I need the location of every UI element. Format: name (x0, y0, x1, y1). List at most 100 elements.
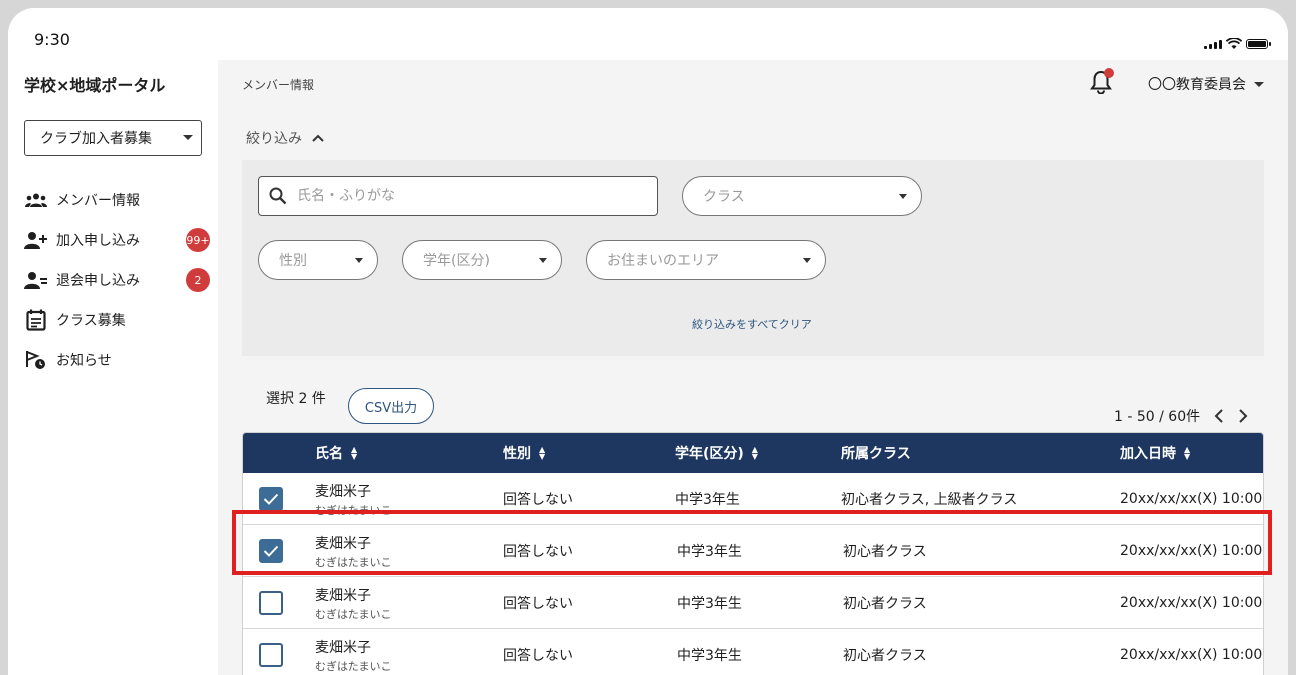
table-row[interactable]: 麦畑米子 むぎはたまいこ 回答しない 中学3年生 初心者クラス, 上級者クラス … (243, 473, 1263, 525)
class-cell: 初心者クラス, 上級者クラス (841, 492, 1018, 508)
status-time: 9:30 (34, 30, 70, 49)
chevron-right-icon[interactable] (1238, 409, 1248, 423)
class-select[interactable]: クラス (682, 176, 922, 216)
app-title: 学校×地域ポータル (24, 76, 166, 95)
gender-cell: 回答しない (503, 544, 573, 560)
device-frame: 9:30 学校×地域ポータル クラブ加入者募集 メンバー情報 加入申し込み 99… (0, 0, 1296, 675)
class-select-placeholder: クラス (703, 189, 745, 205)
selection-count: 選択 2 件 (266, 388, 326, 408)
row-checkbox[interactable] (259, 643, 283, 667)
area-select-placeholder: お住まいのエリア (607, 253, 719, 269)
main-content: 絞り込み クラス 性別 (218, 104, 1288, 675)
column-header-name[interactable]: 氏名 ▲ ▼ (315, 443, 357, 463)
column-header-gender[interactable]: 性別 ▲ ▼ (503, 443, 545, 463)
member-kana: むぎはたまいこ (315, 555, 392, 569)
row-checkbox-checked[interactable] (259, 539, 283, 563)
class-cell: 初心者クラス (843, 544, 927, 560)
sort-icon[interactable]: ▲ ▼ (539, 446, 545, 461)
status-bar: 9:30 (8, 8, 1288, 60)
member-kana: むぎはたまいこ (315, 659, 392, 673)
status-icons (1204, 38, 1271, 50)
column-label: 性別 (503, 446, 531, 462)
csv-export-button[interactable]: CSV出力 (348, 388, 434, 424)
gender-cell: 回答しない (503, 492, 573, 508)
grade-cell: 中学3年生 (677, 544, 742, 560)
filter-toggle[interactable]: 絞り込み (246, 128, 324, 148)
leave-requests-count-badge: 2 (186, 268, 210, 292)
joined-cell: 20xx/xx/xx(X) 10:00 (1120, 543, 1263, 559)
calendar-list-icon (24, 308, 48, 332)
class-cell: 初心者クラス (843, 648, 927, 664)
selection-count-label: 選択 2 件 (266, 391, 326, 407)
check-icon (263, 493, 279, 505)
members-table: 氏名 ▲▼ 性別 ▲▼ 学年(区分) ▲▼ 所属クラス 加入日時 ▲▼ (242, 432, 1264, 675)
row-checkbox[interactable] (259, 591, 283, 615)
filter-toggle-label: 絞り込み (246, 131, 302, 147)
battery-icon (1246, 39, 1271, 49)
sidebar-item-announcements[interactable]: お知らせ (24, 340, 210, 380)
chevron-down-icon (899, 194, 907, 199)
person-add-icon (24, 228, 48, 252)
gender-cell: 回答しない (503, 648, 573, 664)
joined-cell: 20xx/xx/xx(X) 10:00 (1120, 595, 1263, 611)
sidebar: 学校×地域ポータル クラブ加入者募集 メンバー情報 加入申し込み 99+ 退会申… (8, 60, 218, 675)
csv-export-label: CSV出力 (364, 400, 418, 416)
gender-select-placeholder: 性別 (279, 253, 307, 269)
org-menu[interactable]: 〇〇教育委員会 (1148, 74, 1264, 94)
search-input[interactable] (258, 176, 658, 216)
pagination-label: 1 - 50 / 60件 (1114, 409, 1201, 425)
member-name: 麦畑米子 (315, 483, 371, 500)
chevron-down-icon (803, 258, 811, 263)
sidebar-item-members[interactable]: メンバー情報 (24, 180, 210, 220)
sidebar-item-label: 加入申し込み (56, 233, 140, 249)
table-row[interactable]: 麦畑米子 むぎはたまいこ 回答しない 中学3年生 初心者クラス 20xx/xx/… (243, 525, 1263, 577)
cellular-signal-icon (1204, 39, 1222, 49)
club-select-value: クラブ加入者募集 (40, 131, 152, 147)
row-checkbox-checked[interactable] (259, 487, 283, 511)
club-select[interactable]: クラブ加入者募集 (24, 120, 202, 156)
sidebar-item-join-requests[interactable]: 加入申し込み 99+ (24, 220, 210, 260)
org-name: 〇〇教育委員会 (1148, 77, 1246, 93)
grade-cell: 中学3年生 (677, 648, 742, 664)
sort-icon[interactable]: ▲ ▼ (1184, 446, 1190, 461)
column-header-grade[interactable]: 学年(区分) ▲ ▼ (675, 443, 758, 463)
member-name: 麦畑米子 (315, 535, 371, 552)
sidebar-item-label: クラス募集 (56, 313, 126, 329)
grade-select[interactable]: 学年(区分) (402, 240, 562, 280)
sidebar-item-label: お知らせ (56, 353, 112, 369)
person-remove-icon (24, 268, 48, 292)
grade-cell: 中学3年生 (677, 596, 742, 612)
members-icon (24, 188, 48, 212)
sidebar-item-label: 退会申し込み (56, 273, 140, 289)
column-label: 加入日時 (1120, 446, 1176, 462)
sidebar-item-leave-requests[interactable]: 退会申し込み 2 (24, 260, 210, 300)
wifi-icon (1226, 38, 1242, 49)
area-select[interactable]: お住まいのエリア (586, 240, 826, 280)
check-icon (263, 545, 279, 557)
class-cell: 初心者クラス (843, 596, 927, 612)
gender-cell: 回答しない (503, 596, 573, 612)
member-kana: むぎはたまいこ (315, 503, 392, 517)
chevron-left-icon[interactable] (1214, 409, 1224, 423)
member-name: 麦畑米子 (315, 639, 371, 656)
chevron-down-icon (1254, 81, 1264, 87)
gender-select[interactable]: 性別 (258, 240, 378, 280)
chevron-down-icon (355, 258, 363, 263)
sort-icon[interactable]: ▲ ▼ (351, 446, 357, 461)
column-label: 学年(区分) (675, 446, 744, 462)
sort-icon[interactable]: ▲ ▼ (752, 446, 758, 461)
search-field[interactable] (297, 188, 657, 204)
table-row[interactable]: 麦畑米子 むぎはたまいこ 回答しない 中学3年生 初心者クラス 20xx/xx/… (243, 629, 1263, 675)
table-row[interactable]: 麦畑米子 むぎはたまいこ 回答しない 中学3年生 初心者クラス 20xx/xx/… (243, 577, 1263, 629)
chevron-down-icon (539, 258, 547, 263)
column-label: 氏名 (315, 446, 343, 462)
column-header-joined[interactable]: 加入日時 ▲ ▼ (1120, 443, 1190, 463)
table-header: 氏名 ▲ ▼ 性別 ▲ ▼ 学年(区分) ▲ ▼ 所属クラス 加入日時 ▲ ▼ (243, 433, 1263, 529)
grade-select-placeholder: 学年(区分) (423, 253, 490, 269)
filter-panel: クラス 性別 学年(区分) お住まいのエリア 絞り込みをすべてクリア (242, 160, 1264, 356)
column-header-class: 所属クラス (841, 443, 911, 463)
member-name: 麦畑米子 (315, 587, 371, 604)
clear-filters-link[interactable]: 絞り込みをすべてクリア (692, 316, 812, 332)
announcement-icon (24, 348, 48, 372)
sidebar-item-class-recruit[interactable]: クラス募集 (24, 300, 210, 340)
